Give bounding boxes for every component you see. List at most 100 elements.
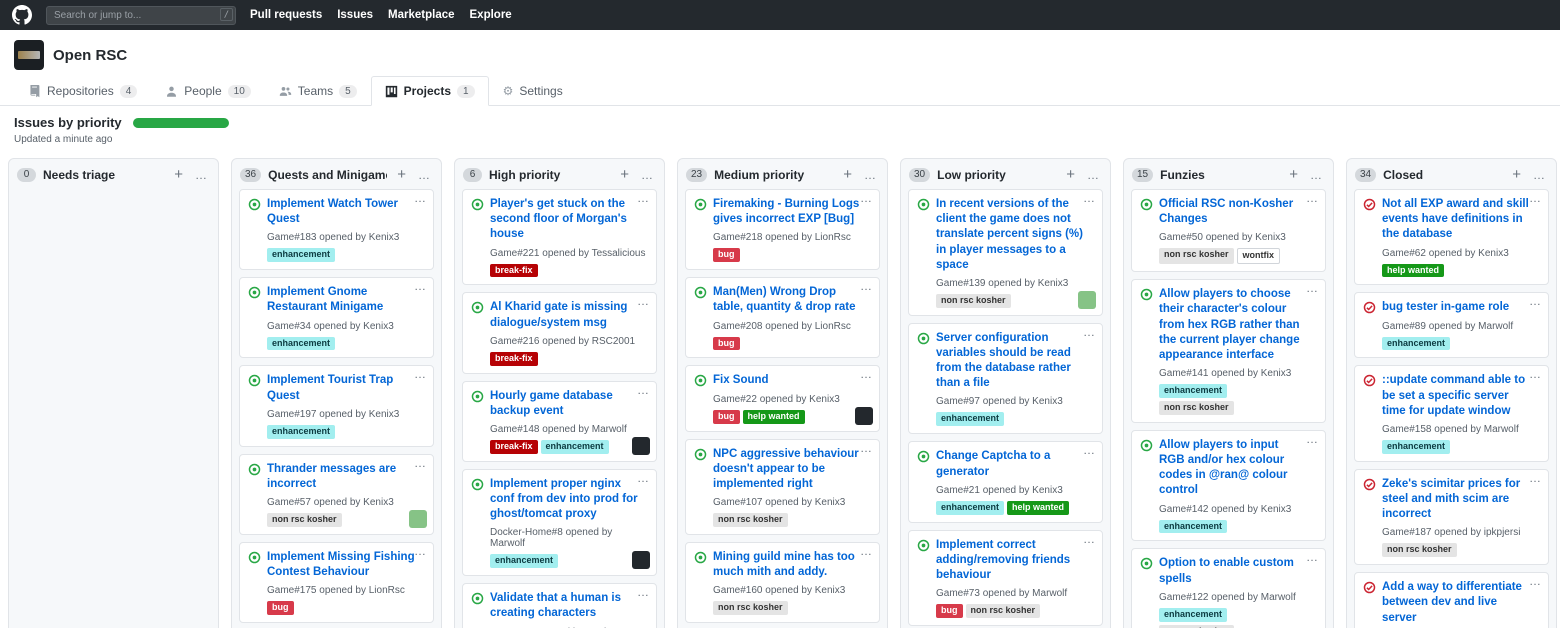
- issue-card[interactable]: …NPC aggressive behaviour doesn't appear…: [685, 439, 880, 535]
- card-menu-button[interactable]: …: [1306, 432, 1319, 446]
- add-card-button[interactable]: +: [1286, 167, 1301, 182]
- card-menu-button[interactable]: …: [414, 279, 427, 293]
- issue-title[interactable]: Not all EXP award and skill events have …: [1382, 197, 1540, 243]
- issue-title[interactable]: Implement Missing Fishing Contest Behavi…: [267, 550, 425, 580]
- issue-card[interactable]: …Fix SoundGame#22 opened by Kenix3bughel…: [685, 365, 880, 431]
- issue-card[interactable]: …Implement Tourist Trap QuestGame#197 op…: [239, 365, 434, 446]
- tab-settings[interactable]: ⚙ Settings: [489, 76, 577, 106]
- issue-title[interactable]: Thrander messages are incorrect: [267, 462, 425, 492]
- card-menu-button[interactable]: …: [1083, 532, 1096, 546]
- issue-title[interactable]: In recent versions of the client the gam…: [936, 197, 1094, 273]
- issue-title[interactable]: Change Captcha to a generator: [936, 449, 1094, 479]
- column-menu-button[interactable]: …: [1085, 168, 1102, 182]
- issue-card[interactable]: …Change Captcha to a generatorGame#21 op…: [908, 441, 1103, 522]
- card-menu-button[interactable]: …: [637, 585, 650, 599]
- issue-card[interactable]: …Player's get stuck on the second floor …: [462, 189, 657, 285]
- issue-title[interactable]: Implement proper nginx conf from dev int…: [490, 477, 648, 523]
- issue-title[interactable]: ::update command able to be set a specif…: [1382, 373, 1540, 419]
- issue-title[interactable]: Add a way to differentiate between dev a…: [1382, 580, 1540, 626]
- issue-card[interactable]: …Allow players to input RGB and/or hex c…: [1131, 430, 1326, 542]
- issue-card[interactable]: …Hourly game database backup eventGame#1…: [462, 381, 657, 462]
- column-menu-button[interactable]: …: [193, 168, 210, 182]
- search-input[interactable]: [46, 6, 236, 25]
- card-menu-button[interactable]: …: [414, 544, 427, 558]
- card-menu-button[interactable]: …: [860, 544, 873, 558]
- issue-card[interactable]: …Not all EXP award and skill events have…: [1354, 189, 1549, 285]
- issue-title[interactable]: NPC aggressive behaviour doesn't appear …: [713, 447, 871, 493]
- card-menu-button[interactable]: …: [1529, 294, 1542, 308]
- issue-title[interactable]: Fix Sound: [713, 373, 871, 388]
- issue-title[interactable]: Firemaking - Burning Logs gives incorrec…: [713, 197, 871, 227]
- issue-card[interactable]: …Allow players to choose their character…: [1131, 279, 1326, 423]
- issue-card[interactable]: …Mining guild mine has too much mith and…: [685, 542, 880, 623]
- card-menu-button[interactable]: …: [860, 367, 873, 381]
- issue-card[interactable]: …Implement Gnome Restaurant MinigameGame…: [239, 277, 434, 358]
- issue-title[interactable]: Implement Tourist Trap Quest: [267, 373, 425, 403]
- issue-title[interactable]: Player's get stuck on the second floor o…: [490, 197, 648, 243]
- column-menu-button[interactable]: …: [1308, 168, 1325, 182]
- card-menu-button[interactable]: …: [637, 383, 650, 397]
- tab-teams[interactable]: Teams 5: [265, 76, 371, 106]
- tab-people[interactable]: People 10: [151, 76, 265, 106]
- column-menu-button[interactable]: …: [1531, 168, 1548, 182]
- card-menu-button[interactable]: …: [860, 441, 873, 455]
- card-menu-button[interactable]: …: [1306, 281, 1319, 295]
- issue-title[interactable]: Hourly game database backup event: [490, 389, 648, 419]
- issue-card[interactable]: …Zeke's scimitar prices for steel and mi…: [1354, 469, 1549, 565]
- issue-card[interactable]: …Add a way to differentiate between dev …: [1354, 572, 1549, 628]
- issue-card[interactable]: …Server configuration variables should b…: [908, 323, 1103, 435]
- card-menu-button[interactable]: …: [637, 191, 650, 205]
- issue-card[interactable]: …Implement correct adding/removing frien…: [908, 530, 1103, 626]
- card-menu-button[interactable]: …: [1306, 550, 1319, 564]
- tab-projects[interactable]: Projects 1: [371, 76, 489, 106]
- issue-title[interactable]: Official RSC non-Kosher Changes: [1159, 197, 1317, 227]
- issue-card[interactable]: …Official RSC non-Kosher ChangesGame#50 …: [1131, 189, 1326, 272]
- nav-issues[interactable]: Issues: [337, 9, 373, 21]
- issue-card[interactable]: …Man(Men) Wrong Drop table, quantity & d…: [685, 277, 880, 358]
- tab-repositories[interactable]: Repositories 4: [14, 76, 151, 106]
- issue-card[interactable]: …Option to enable custom spellsGame#122 …: [1131, 548, 1326, 628]
- project-title[interactable]: Issues by priority: [14, 115, 122, 130]
- add-card-button[interactable]: +: [1063, 167, 1078, 182]
- issue-title[interactable]: Man(Men) Wrong Drop table, quantity & dr…: [713, 285, 871, 315]
- card-menu-button[interactable]: …: [1529, 471, 1542, 485]
- add-card-button[interactable]: +: [171, 167, 186, 182]
- add-card-button[interactable]: +: [840, 167, 855, 182]
- card-menu-button[interactable]: …: [1306, 191, 1319, 205]
- card-menu-button[interactable]: …: [414, 367, 427, 381]
- issue-title[interactable]: Server configuration variables should be…: [936, 331, 1094, 392]
- issue-title[interactable]: Implement Gnome Restaurant Minigame: [267, 285, 425, 315]
- card-menu-button[interactable]: …: [1529, 367, 1542, 381]
- column-menu-button[interactable]: …: [862, 168, 879, 182]
- org-name[interactable]: Open RSC: [53, 47, 127, 64]
- issue-title[interactable]: Implement Watch Tower Quest: [267, 197, 425, 227]
- card-menu-button[interactable]: …: [1083, 191, 1096, 205]
- column-menu-button[interactable]: …: [416, 168, 433, 182]
- add-card-button[interactable]: +: [394, 167, 409, 182]
- card-menu-button[interactable]: …: [637, 471, 650, 485]
- issue-title[interactable]: Zeke's scimitar prices for steel and mit…: [1382, 477, 1540, 523]
- issue-card[interactable]: …Implement Missing Fishing Contest Behav…: [239, 542, 434, 623]
- issue-title[interactable]: Allow players to choose their character'…: [1159, 287, 1317, 363]
- card-menu-button[interactable]: …: [860, 279, 873, 293]
- issue-card[interactable]: …Implement Watch Tower QuestGame#183 ope…: [239, 189, 434, 270]
- card-menu-button[interactable]: …: [1083, 443, 1096, 457]
- card-menu-button[interactable]: …: [414, 191, 427, 205]
- issue-title[interactable]: Validate that a human is creating charac…: [490, 591, 648, 621]
- issue-title[interactable]: Mining guild mine has too much mith and …: [713, 550, 871, 580]
- add-card-button[interactable]: +: [1509, 167, 1524, 182]
- nav-explore[interactable]: Explore: [470, 9, 512, 21]
- nav-pull-requests[interactable]: Pull requests: [250, 9, 322, 21]
- add-card-button[interactable]: +: [617, 167, 632, 182]
- card-menu-button[interactable]: …: [637, 294, 650, 308]
- issue-title[interactable]: Allow players to input RGB and/or hex co…: [1159, 438, 1317, 499]
- issue-title[interactable]: bug tester in-game role: [1382, 300, 1540, 315]
- github-logo-icon[interactable]: [12, 5, 32, 25]
- column-menu-button[interactable]: …: [639, 168, 656, 182]
- issue-title[interactable]: Implement correct adding/removing friend…: [936, 538, 1094, 584]
- nav-marketplace[interactable]: Marketplace: [388, 9, 454, 21]
- issue-title[interactable]: Al Kharid gate is missing dialogue/syste…: [490, 300, 648, 330]
- issue-title[interactable]: Option to enable custom spells: [1159, 556, 1317, 586]
- issue-card[interactable]: …bug tester in-game roleGame#89 opened b…: [1354, 292, 1549, 358]
- card-menu-button[interactable]: …: [860, 191, 873, 205]
